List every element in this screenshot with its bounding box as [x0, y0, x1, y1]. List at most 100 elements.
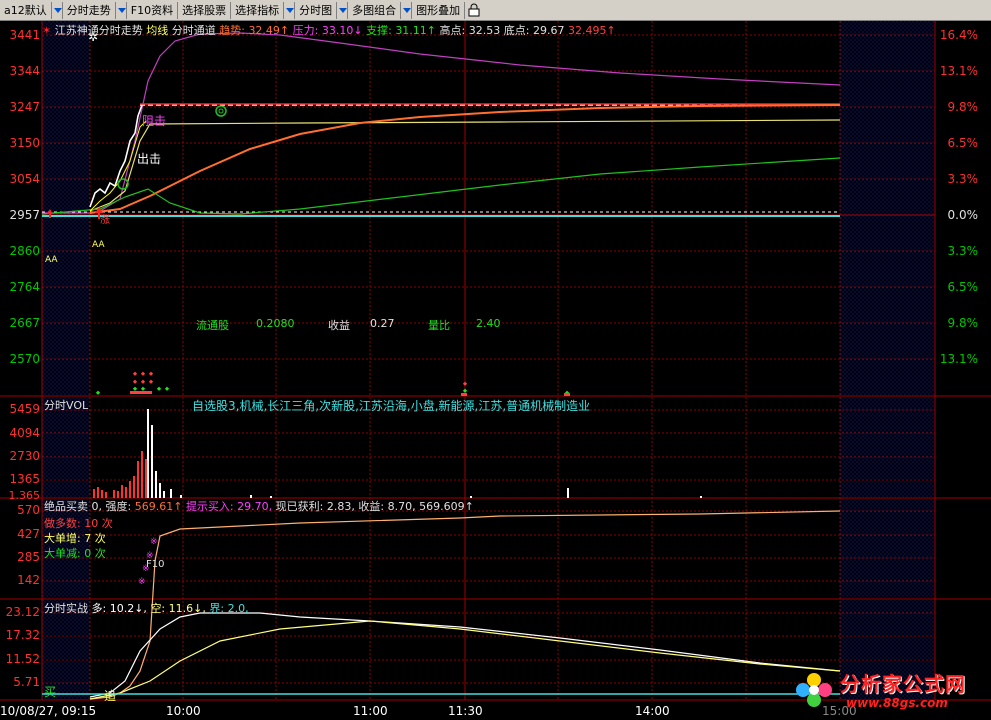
battle-panel-title[interactable]: 分时实战 — [44, 602, 88, 615]
long-value: 10.2↓, — [109, 602, 147, 615]
chevron-down-icon[interactable] — [337, 1, 349, 19]
chevron-down-icon[interactable] — [284, 1, 296, 19]
toolbar-intraday-button[interactable]: 分时走势 — [63, 1, 116, 19]
battle-panel-header: 分时实战 多: 10.2↓, 空: 11.6↓, 界: 2.0, — [44, 600, 249, 616]
bound-label: 界: — [209, 602, 225, 615]
green-line — [41, 157, 841, 215]
pct-tick: 13.1% — [939, 64, 978, 78]
hint-buy-value: 29.70, — [237, 500, 273, 513]
price-tick: 2764 — [9, 280, 40, 294]
low-value-2: 32.495↑ — [567, 24, 616, 37]
stock-title: 江苏神通分时走势 — [54, 24, 143, 37]
toolbar-layout-button[interactable]: a12默认 — [0, 1, 52, 19]
time-tick: 11:00 — [353, 704, 388, 718]
watermark-url: www.88gs.com — [846, 696, 948, 710]
buy-tick: 570 — [17, 503, 40, 517]
gain-value: 8.70, — [387, 500, 416, 513]
buy-panel-title[interactable]: 绝品买卖 — [44, 500, 88, 513]
star-icon: ✶ — [42, 24, 52, 37]
low-label: 底点: — [503, 24, 530, 37]
trend-label: 趋势: — [219, 24, 245, 37]
price-tick: 3344 — [9, 64, 40, 78]
annot-resist: 阻击 — [142, 114, 167, 128]
toolbar-f10-button[interactable]: F10资料 — [127, 1, 179, 19]
watermark-brand: 分析家公式网 — [840, 672, 966, 696]
price-line — [89, 104, 143, 208]
support-value: 31.11↑ — [395, 24, 437, 37]
eps-value: 0.27 — [370, 317, 395, 330]
annot-strike: 出击 — [137, 152, 162, 166]
pct-tick: 6.5% — [947, 280, 979, 294]
pct-tick: 13.1% — [939, 352, 978, 366]
pct-tick: 0.0% — [947, 208, 979, 222]
annot-rise: 涨 — [100, 215, 110, 226]
long-label: 多: — [91, 602, 107, 615]
svg-text:※: ※ — [150, 537, 158, 547]
indicator-name[interactable]: 分时通道 — [172, 24, 216, 37]
buy-signal: 买 — [44, 685, 57, 699]
chevron-down-icon[interactable] — [401, 1, 413, 19]
vol-tick: 1365 — [9, 472, 40, 486]
vol-tick: 4094 — [9, 426, 40, 440]
chevron-down-icon[interactable] — [116, 1, 127, 19]
chevron-down-icon[interactable] — [52, 1, 63, 19]
logo-icon — [796, 673, 832, 707]
price-tick: 3441 — [9, 28, 40, 42]
main-panel-header: ✶ 江苏神通分时走势 均线 分时通道 趋势: 32.49↑ 压力: 33.10↓… — [42, 22, 616, 38]
pct-tick: 16.4% — [939, 28, 978, 42]
chase-signal: 追 — [104, 689, 117, 703]
float-shares-value: 0.2080 — [256, 317, 295, 330]
pct-tick: 3.3% — [947, 172, 979, 186]
pct-tick: 3.3% — [947, 244, 979, 258]
high-label: 高点: — [439, 24, 466, 37]
pct-tick: 6.5% — [947, 136, 979, 150]
sector-tags: 自选股3,机械,长江三角,次新股,江苏沿海,小盘,新能源,江苏,普通机械制造业 — [192, 399, 591, 413]
price-tick: 2570 — [9, 352, 40, 366]
buy-panel-header: 绝品买卖 0, 强度: 569.61↑ 提示买入: 29.70, 现已获利: 2… — [44, 498, 474, 514]
price-tick: 2860 — [9, 244, 40, 258]
price-tick: 3054 — [9, 172, 40, 186]
vol-tick: 1.365 — [8, 489, 41, 502]
battle-tick: 11.52 — [5, 652, 40, 666]
buy-tick: 285 — [17, 550, 40, 564]
avg-label: 均线 — [146, 24, 169, 37]
battle-tick: 5.71 — [13, 675, 40, 689]
postclose-zone — [840, 21, 935, 395]
toolbar-select-stock-button[interactable]: 选择股票 — [178, 1, 232, 19]
toolbar-overlay-button[interactable]: 图形叠加 — [412, 1, 466, 19]
buy-value: 0, — [91, 500, 103, 513]
time-tick: 14:00 — [635, 704, 670, 718]
volume-ratio-label: 量比 — [428, 319, 450, 332]
volume-ratio-value: 2.40 — [476, 317, 501, 330]
battle-tick: 23.12 — [5, 605, 40, 619]
svg-text:※: ※ — [138, 577, 146, 587]
trend-value: 32.49↑ — [248, 24, 290, 37]
price-tick: 2667 — [9, 316, 40, 330]
strength-label: 强度: — [105, 500, 132, 513]
toolbar-select-indicator-button[interactable]: 选择指标 — [231, 1, 285, 19]
battle-tick: 17.32 — [5, 628, 40, 642]
stat-long-count: 做多数: 10 次 — [44, 517, 113, 530]
time-tick: 10:00 — [166, 704, 201, 718]
lock-icon[interactable] — [468, 3, 480, 17]
toolbar-intraday-chart-button[interactable]: 分时图 — [295, 1, 338, 19]
low-value: 29.67 — [532, 24, 565, 37]
support-label: 支撑: — [366, 24, 392, 37]
float-shares-label: 流通股 — [196, 319, 229, 332]
date-time-label: 10/08/27, 09:15 — [0, 704, 97, 718]
stat-bigorder-down: 大单减: 0 次 — [44, 547, 106, 560]
watermark: 分析家公式网 www.88gs.com — [792, 664, 987, 718]
strength-value: 569.61↑ — [134, 500, 183, 513]
time-tick: 11:30 — [448, 704, 483, 718]
short-label: 空: — [150, 602, 166, 615]
short-value: 11.6↓, — [168, 602, 206, 615]
toolbar-multichart-button[interactable]: 多图组合 — [348, 1, 402, 19]
annot-aa: AA — [92, 240, 105, 250]
vol-tick: 5459 — [9, 402, 40, 416]
vol-panel-title[interactable]: 分时VOL — [44, 397, 88, 413]
pct-tick: 9.8% — [947, 316, 979, 330]
buy-tick: 142 — [17, 573, 40, 587]
hint-buy-label: 提示买入: — [185, 500, 234, 513]
price-tick: 3150 — [9, 136, 40, 150]
volume-bars — [93, 409, 702, 498]
